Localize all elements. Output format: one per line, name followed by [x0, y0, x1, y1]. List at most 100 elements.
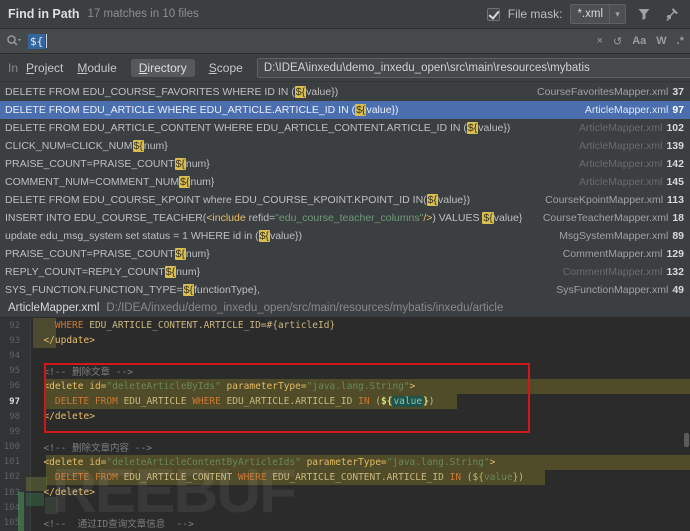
text-segment: ( — [461, 472, 472, 483]
result-code: SYS_FUNCTION.FUNCTION_TYPE=${functionTyp… — [5, 284, 260, 296]
editor-line[interactable]: 93 </update> — [0, 333, 690, 348]
result-row[interactable]: SYS_FUNCTION.FUNCTION_TYPE=${functionTyp… — [0, 281, 690, 299]
line-number: 94 — [0, 351, 24, 361]
pin-button[interactable] — [662, 4, 682, 24]
search-icon[interactable] — [6, 34, 22, 48]
result-row[interactable]: DELETE FROM EDU_ARTICLE WHERE EDU_ARTICL… — [0, 101, 690, 119]
regex-icon[interactable]: .* — [677, 35, 684, 47]
result-location: SysFunctionMapper.xml49 — [546, 284, 684, 296]
line-number: 98 — [0, 412, 24, 422]
text-segment: ) VALUES — [432, 212, 482, 224]
result-location: CommentMapper.xml129 — [553, 248, 684, 260]
result-row[interactable]: DELETE FROM EDU_ARTICLE_CONTENT WHERE ED… — [0, 119, 690, 137]
result-file-name: ArticleMapper.xml — [579, 158, 662, 170]
filter-button[interactable] — [634, 4, 654, 24]
result-row[interactable]: PRAISE_COUNT=PRAISE_COUNT${num}CommentMa… — [0, 245, 690, 263]
result-location: CourseTeacherMapper.xml18 — [533, 212, 684, 224]
editor-line[interactable]: 100 <!-- 删除文章内容 --> — [0, 440, 690, 455]
result-row[interactable]: DELETE FROM EDU_COURSE_FAVORITES WHERE I… — [0, 83, 690, 101]
result-line-number: 49 — [672, 284, 684, 296]
result-row[interactable]: PRAISE_COUNT=PRAISE_COUNT${num}ArticleMa… — [0, 155, 690, 173]
line-number: 93 — [0, 336, 24, 346]
text-segment: parameterType= — [301, 457, 387, 468]
result-location: MsgSystemMapper.xml89 — [549, 230, 684, 242]
clear-search-icon[interactable]: × — [597, 35, 603, 47]
text-segment: ${ — [175, 158, 186, 170]
result-row[interactable]: CLICK_NUM=CLICK_NUM${num} ArticleMapper.x… — [0, 137, 690, 155]
text-segment: ${ — [165, 266, 176, 278]
text-segment: "edu_course_teacher_columns" — [275, 212, 423, 224]
text-segment: value}) — [366, 104, 398, 116]
whole-words-icon[interactable]: W — [656, 35, 666, 47]
text-segment: refid= — [246, 212, 275, 224]
result-code: COMMENT_NUM=COMMENT_NUM${num} — [5, 176, 214, 188]
editor-scrollbar-thumb[interactable] — [684, 433, 689, 447]
text-segment: value — [484, 472, 513, 483]
result-row[interactable]: REPLY_COUNT=REPLY_COUNT${num}CommentMapp… — [0, 263, 690, 281]
result-line-number: 139 — [666, 140, 684, 152]
file-mask-value: *.xml — [571, 8, 609, 20]
match-summary: 17 matches in 10 files — [88, 8, 199, 20]
editor-preview[interactable]: REEBUF 92 WHERE EDU_ARTICLE_CONTENT.ARTI… — [0, 318, 690, 531]
result-line-number: 113 — [667, 194, 684, 206]
text-segment — [32, 519, 43, 530]
result-file-name: ArticleMapper.xml — [579, 140, 662, 152]
result-line-number: 132 — [666, 266, 684, 278]
scope-option-project[interactable]: Project — [26, 61, 63, 75]
search-input[interactable]: ${ — [28, 34, 45, 49]
text-segment: num} — [186, 248, 210, 260]
result-code: CLICK_NUM=CLICK_NUM${num} — [5, 140, 168, 152]
text-segment: num} — [144, 140, 168, 152]
result-code: DELETE FROM EDU_ARTICLE WHERE EDU_ARTICL… — [5, 104, 399, 116]
text-segment: DELETE FROM EDU_ARTICLE WHERE EDU_ARTICL… — [5, 104, 355, 116]
preview-header[interactable]: ArticleMapper.xml D:/IDEA/inxedu/demo_in… — [0, 299, 690, 318]
result-row[interactable]: INSERT INTO EDU_COURSE_TEACHER(<include … — [0, 209, 690, 227]
result-line-number: 145 — [666, 176, 684, 188]
search-history-icon[interactable]: ↺ — [613, 35, 622, 48]
result-file-name: ArticleMapper.xml — [585, 104, 668, 116]
watermark-logo-bar — [18, 492, 24, 531]
text-segment: ) — [518, 472, 524, 483]
result-line-number: 18 — [672, 212, 684, 224]
match-case-icon[interactable]: Aa — [632, 35, 646, 47]
scope-option-scope[interactable]: Scope — [209, 61, 243, 75]
result-file-name: ArticleMapper.xml — [579, 176, 662, 188]
file-mask-combo[interactable]: *.xml ▾ — [570, 4, 626, 24]
text-segment: update edu_msg_system set status = 1 WHE… — [5, 230, 259, 242]
editor-line[interactable]: 94 — [0, 348, 690, 363]
text-segment: ${ — [133, 140, 144, 152]
result-row[interactable]: update edu_msg_system set status = 1 WHE… — [0, 227, 690, 245]
text-segment: ${ — [175, 248, 186, 260]
scope-option-directory[interactable]: Directory — [131, 59, 195, 77]
result-location: ArticleMapper.xml97 — [575, 104, 684, 116]
result-file-name: MsgSystemMapper.xml — [559, 230, 668, 242]
line-code: <!-- 删除文章内容 --> — [24, 440, 152, 454]
line-code: WHERE EDU_ARTICLE_CONTENT.ARTICLE_ID=#{a… — [24, 320, 335, 331]
text-segment: PRAISE_COUNT=PRAISE_COUNT — [5, 158, 175, 170]
annotation-red-box — [44, 363, 530, 433]
text-segment: DELETE FROM EDU_ARTICLE_CONTENT WHERE ED… — [5, 122, 467, 134]
result-row[interactable]: DELETE FROM EDU_COURSE_KPOINT where EDU_… — [0, 191, 690, 209]
chevron-down-icon[interactable]: ▾ — [609, 5, 625, 23]
text-segment: ${ — [473, 472, 484, 483]
scope-option-module[interactable]: Module — [77, 61, 116, 75]
result-file-name: CommentMapper.xml — [563, 248, 663, 260]
directory-path-combo[interactable]: D:\IDEA\inxedu\demo_inxedu_open\src\main… — [257, 58, 690, 78]
result-file-name: CourseFavoritesMapper.xml — [537, 86, 668, 98]
search-row: ${ × ↺ Aa W .* — [0, 28, 690, 54]
line-number: 100 — [0, 442, 24, 452]
text-segment: value} — [494, 212, 523, 224]
find-in-path-dialog: Find in Path 17 matches in 10 files File… — [0, 0, 690, 531]
result-row[interactable]: COMMENT_NUM=COMMENT_NUM${num} ArticleMapp… — [0, 173, 690, 191]
result-line-number: 37 — [672, 86, 684, 98]
line-number: 99 — [0, 427, 24, 437]
text-segment: value}) — [438, 194, 470, 206]
text-segment: num} — [176, 266, 200, 278]
text-segment: ${ — [183, 284, 194, 296]
scope-row: In Project Module Directory Scope D:\IDE… — [0, 55, 690, 82]
line-number: 92 — [0, 321, 24, 331]
result-line-number: 142 — [666, 158, 684, 170]
result-location: ArticleMapper.xml102 — [569, 122, 684, 134]
editor-line[interactable]: 92 WHERE EDU_ARTICLE_CONTENT.ARTICLE_ID=… — [0, 318, 690, 333]
file-mask-checkbox[interactable] — [487, 8, 500, 21]
